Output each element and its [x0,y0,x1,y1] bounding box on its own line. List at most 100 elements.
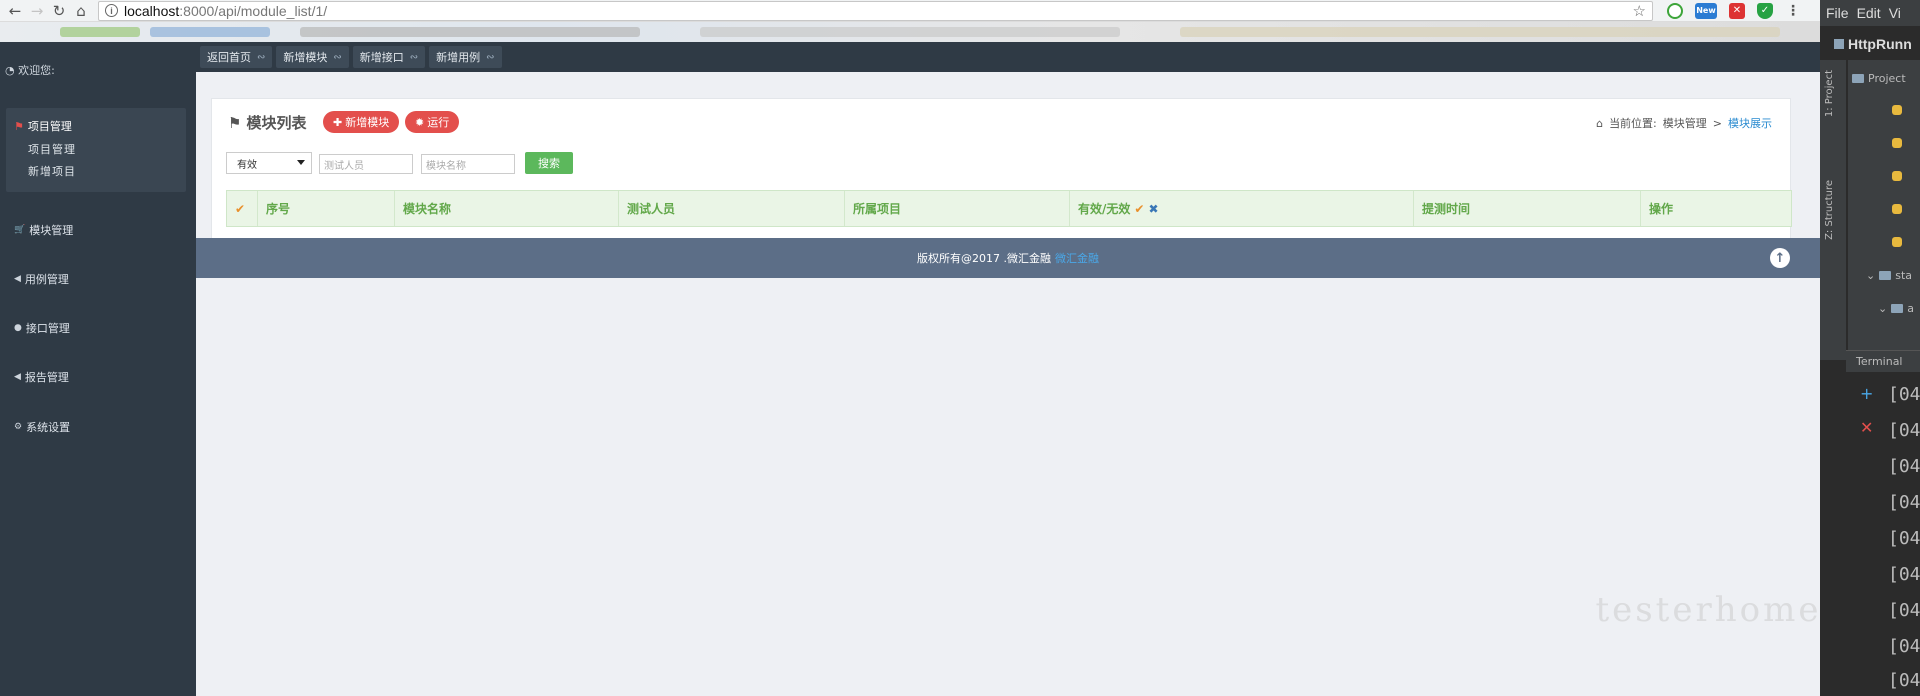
page-title: ⚑ 模块列表 [228,112,306,133]
add-module-button[interactable]: ✚ 新增模块 [323,111,400,133]
wave-icon: ∾ [333,51,342,63]
search-button[interactable]: 搜索 [525,152,573,174]
ide-window: File Edit Vi HttpRunn 1: Project Z: Stru… [1820,0,1920,696]
ide-tab-structure[interactable]: Z: Structure [1824,180,1835,240]
breadcrumb-current[interactable]: 模块展示 [1728,115,1772,131]
column-header[interactable]: 测试人员 [619,191,845,226]
tree-label: a [1907,301,1914,315]
select-all-checkbox[interactable]: ✔ [227,191,258,226]
column-header[interactable]: 提测时间 [1414,191,1641,226]
address-bar[interactable]: i localhost :8000/api/module_list/1/ ☆ [98,0,1653,21]
breadcrumb: ⌂ 当前位置: 模块管理 > 模块展示 [1596,115,1772,131]
extension-green-icon[interactable] [1667,2,1683,19]
sidebar-item-project[interactable]: ⚑ 项目管理 [14,118,72,134]
users-icon: ● [14,323,22,333]
scroll-top-icon[interactable]: ↑ [1770,248,1790,268]
module-name-input[interactable]: 模块名称 [421,154,515,174]
ide-tab-project[interactable]: 1: Project [1824,70,1835,117]
tree-folder[interactable]: ⌄ sta [1866,265,1912,285]
terminal-line: [04 [1888,564,1920,585]
tree-folder[interactable]: ⌄ a [1878,298,1914,318]
url-host: localhost [124,2,180,19]
sidebar-item-label: 接口管理 [25,322,70,335]
ide-menu-edit[interactable]: Edit [1857,5,1881,21]
welcome-text: ◔ 欢迎您: [5,62,55,78]
breadcrumb-separator: > [1712,116,1722,130]
tree-file[interactable] [1892,166,1902,186]
tree-file[interactable] [1892,199,1902,219]
tree-file[interactable] [1892,232,1902,252]
column-header[interactable]: 所属项目 [845,191,1070,226]
python-file-icon [1892,105,1902,115]
column-header-label: 有效/无效 [1078,202,1131,216]
breadcrumb-prefix: 当前位置: [1609,117,1657,130]
sidebar-item-settings[interactable]: ⚙ 系统设置 [14,419,70,435]
project-menu-group: ⚑ 项目管理 项目管理 新增项目 [6,108,186,192]
column-header[interactable]: 操作 [1641,191,1791,226]
nav-add-api-button[interactable]: 新增接口 ∾ [352,46,426,68]
content-background [196,320,1820,696]
tree-root[interactable]: Project [1852,68,1906,88]
footer-link[interactable]: 微汇金融 [1055,250,1099,266]
ide-menu-view[interactable]: Vi [1889,5,1901,21]
browser-toolbar: ← → ↻ ⌂ i localhost :8000/api/module_lis… [0,0,1820,22]
column-header-status[interactable]: 有效/无效 ✔ ✖ [1070,191,1414,226]
column-header[interactable]: 序号 [258,191,395,226]
back-arrow-icon[interactable]: ← [4,1,26,21]
gear-icon: ⚙ [14,422,23,432]
python-file-icon [1892,138,1902,148]
kebab-menu-icon[interactable]: ⋮ [1785,3,1801,19]
chevron-down-icon: ⌄ [1878,301,1888,315]
tester-input[interactable]: 测试人员 [319,154,413,174]
forward-arrow-icon[interactable]: → [26,1,48,21]
ide-menu-file[interactable]: File [1826,5,1849,21]
status-select[interactable]: 有效 [226,152,312,174]
bookmark-star-icon[interactable]: ☆ [1633,2,1646,20]
sidebar-subitem-add-project[interactable]: 新增项目 [28,163,76,179]
nav-add-module-button[interactable]: 新增模块 ∾ [276,46,349,68]
extension-block-icon[interactable]: ✕ [1729,2,1745,19]
blurred-bookmark [700,27,1120,37]
sidebar-item-label: 报告管理 [24,371,69,384]
sidebar-item-report[interactable]: ◀ 报告管理 [14,369,69,385]
extension-new-icon[interactable]: New [1695,2,1717,19]
python-file-icon [1892,237,1902,247]
tree-file[interactable] [1892,100,1902,120]
info-icon[interactable]: i [105,4,118,17]
tree-file[interactable] [1892,133,1902,153]
terminal-line: [04 [1888,528,1920,549]
sidebar-item-case[interactable]: ◀ 用例管理 [14,271,69,287]
cart-icon: 🛒 [14,225,26,235]
blurred-bookmark [1180,27,1780,37]
plus-icon[interactable]: + [1860,384,1873,403]
terminal-line: [04 [1888,670,1920,691]
project-folder-icon [1834,39,1844,49]
run-button[interactable]: ✹ 运行 [405,111,460,133]
reload-icon[interactable]: ↻ [48,1,70,21]
shield-icon[interactable]: ✓ [1757,2,1773,19]
close-icon[interactable]: ✕ [1860,418,1873,437]
breadcrumb-parent[interactable]: 模块管理 [1663,115,1707,131]
folder-icon [1879,270,1892,280]
sidebar-item-label: 用例管理 [24,273,69,286]
sidebar-item-api[interactable]: ● 接口管理 [14,320,70,336]
wave-icon: ∾ [257,51,266,63]
ide-project-title: HttpRunn [1834,36,1912,52]
home-icon[interactable]: ⌂ [70,1,92,21]
sidebar-item-module[interactable]: 🛒 模块管理 [14,222,73,238]
plus-icon: ✚ [333,115,343,129]
terminal-line: [04 [1888,600,1920,621]
column-header[interactable]: 模块名称 [395,191,619,226]
nav-home-button[interactable]: 返回首页 ∾ [200,46,273,68]
python-file-icon [1892,204,1902,214]
flag-icon: ⚑ [14,119,24,133]
nav-add-case-button[interactable]: 新增用例 ∾ [429,46,502,68]
nav-label: 返回首页 [207,51,251,64]
chevron-down-icon: ⌄ [1866,268,1876,282]
wave-icon: ∾ [409,51,419,63]
speaker-icon: ◀ [14,372,21,382]
terminal-line: [04 [1888,420,1920,441]
welcome-label: 欢迎您: [18,64,55,77]
sidebar-subitem-project-list[interactable]: 项目管理 [28,141,76,157]
terminal-tab[interactable]: Terminal [1846,350,1920,372]
